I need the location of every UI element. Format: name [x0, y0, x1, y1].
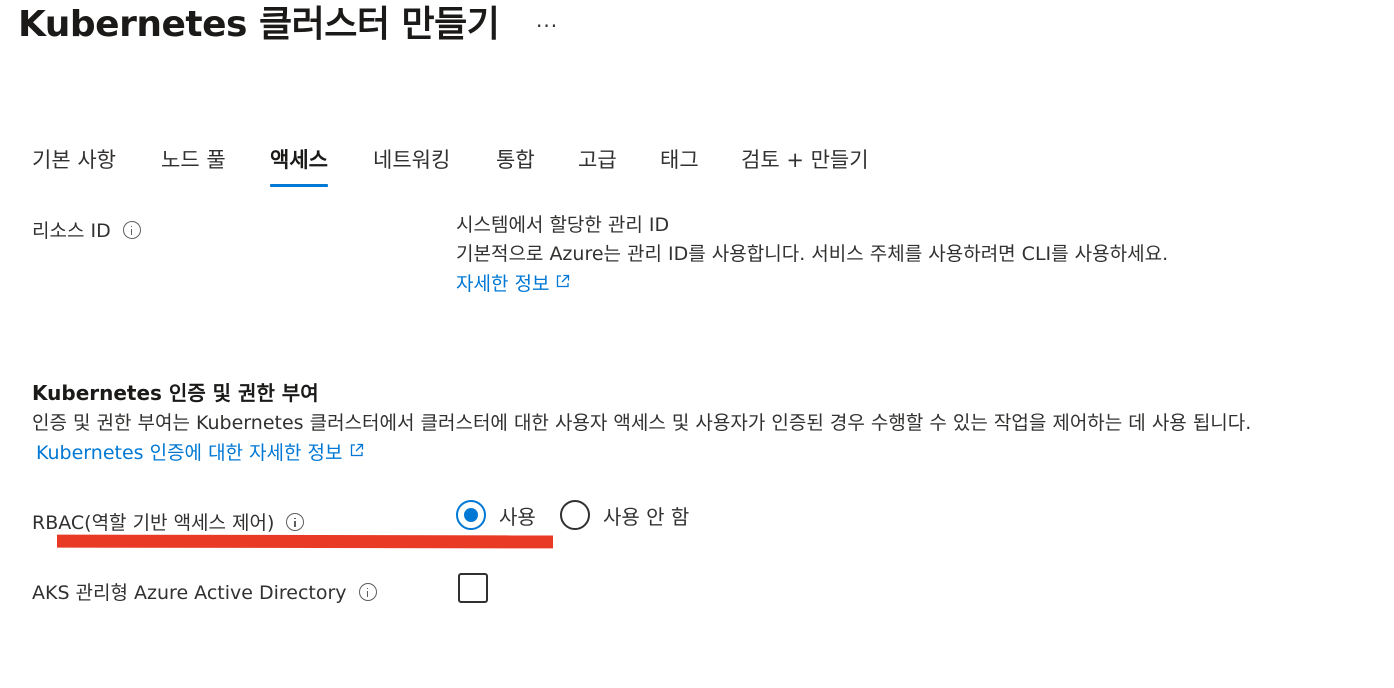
radio-selected-icon[interactable] [456, 500, 486, 530]
rbac-enabled-radio[interactable]: 사용 [456, 500, 536, 530]
auth-description-text: 인증 및 권한 부여는 Kubernetes 클러스터에서 클러스터에 대한 사… [32, 412, 1252, 434]
tab-node-pools[interactable]: 노드 풀 [161, 140, 226, 180]
radio-unselected-icon[interactable] [560, 500, 590, 530]
info-icon[interactable] [122, 221, 141, 239]
tab-advanced[interactable]: 고급 [578, 140, 617, 180]
tab-integrations[interactable]: 통합 [496, 140, 535, 180]
resource-id-label: 리소스 ID [32, 220, 111, 242]
resource-id-row: 리소스 ID [32, 216, 141, 246]
auth-section-title: Kubernetes 인증 및 권한 부여 [32, 381, 319, 405]
aad-checkbox[interactable] [458, 573, 488, 603]
identity-type-text: 시스템에서 할당한 관리 ID [456, 214, 670, 236]
tab-access[interactable]: 액세스 [270, 140, 328, 187]
info-icon[interactable] [286, 513, 305, 531]
page-title: Kubernetes 클러스터 만들기 [18, 4, 500, 45]
tab-basics[interactable]: 기본 사항 [32, 140, 116, 180]
external-link-icon[interactable] [555, 269, 571, 298]
tab-tags[interactable]: 태그 [660, 140, 699, 180]
tab-review-create[interactable]: 검토 + 만들기 [741, 140, 869, 180]
auth-section-description: 인증 및 권한 부여는 Kubernetes 클러스터에서 클러스터에 대한 사… [32, 409, 1292, 468]
rbac-disabled-radio[interactable]: 사용 안 함 [560, 500, 689, 530]
rbac-enabled-label[interactable]: 사용 [499, 501, 536, 530]
identity-description-text: 기본적으로 Azure는 관리 ID를 사용합니다. 서비스 주체를 사용하려면… [456, 243, 1169, 265]
more-options-icon[interactable]: ··· [536, 6, 558, 46]
auth-learn-more-link[interactable]: Kubernetes 인증에 대한 자세한 정보 [36, 442, 343, 464]
resource-id-value: 시스템에서 할당한 관리 ID 기본적으로 Azure는 관리 ID를 사용합니… [456, 211, 1168, 299]
aad-label: AKS 관리형 Azure Active Directory [32, 582, 347, 604]
create-cluster-page: Kubernetes 클러스터 만들기 ··· 기본 사항 노드 풀 액세스 네… [0, 0, 1394, 688]
info-icon[interactable] [358, 583, 377, 601]
tab-networking[interactable]: 네트워킹 [373, 140, 450, 180]
rbac-disabled-label[interactable]: 사용 안 함 [603, 501, 689, 530]
learn-more-row: 자세한 정보 [456, 269, 1168, 299]
aad-row: AKS 관리형 Azure Active Directory [32, 578, 377, 608]
learn-more-link[interactable]: 자세한 정보 [456, 273, 549, 295]
red-underline-annotation [56, 534, 554, 549]
rbac-row: RBAC(역할 기반 액세스 제어) [32, 508, 305, 538]
rbac-label: RBAC(역할 기반 액세스 제어) [32, 512, 275, 534]
external-link-icon[interactable] [349, 438, 365, 467]
